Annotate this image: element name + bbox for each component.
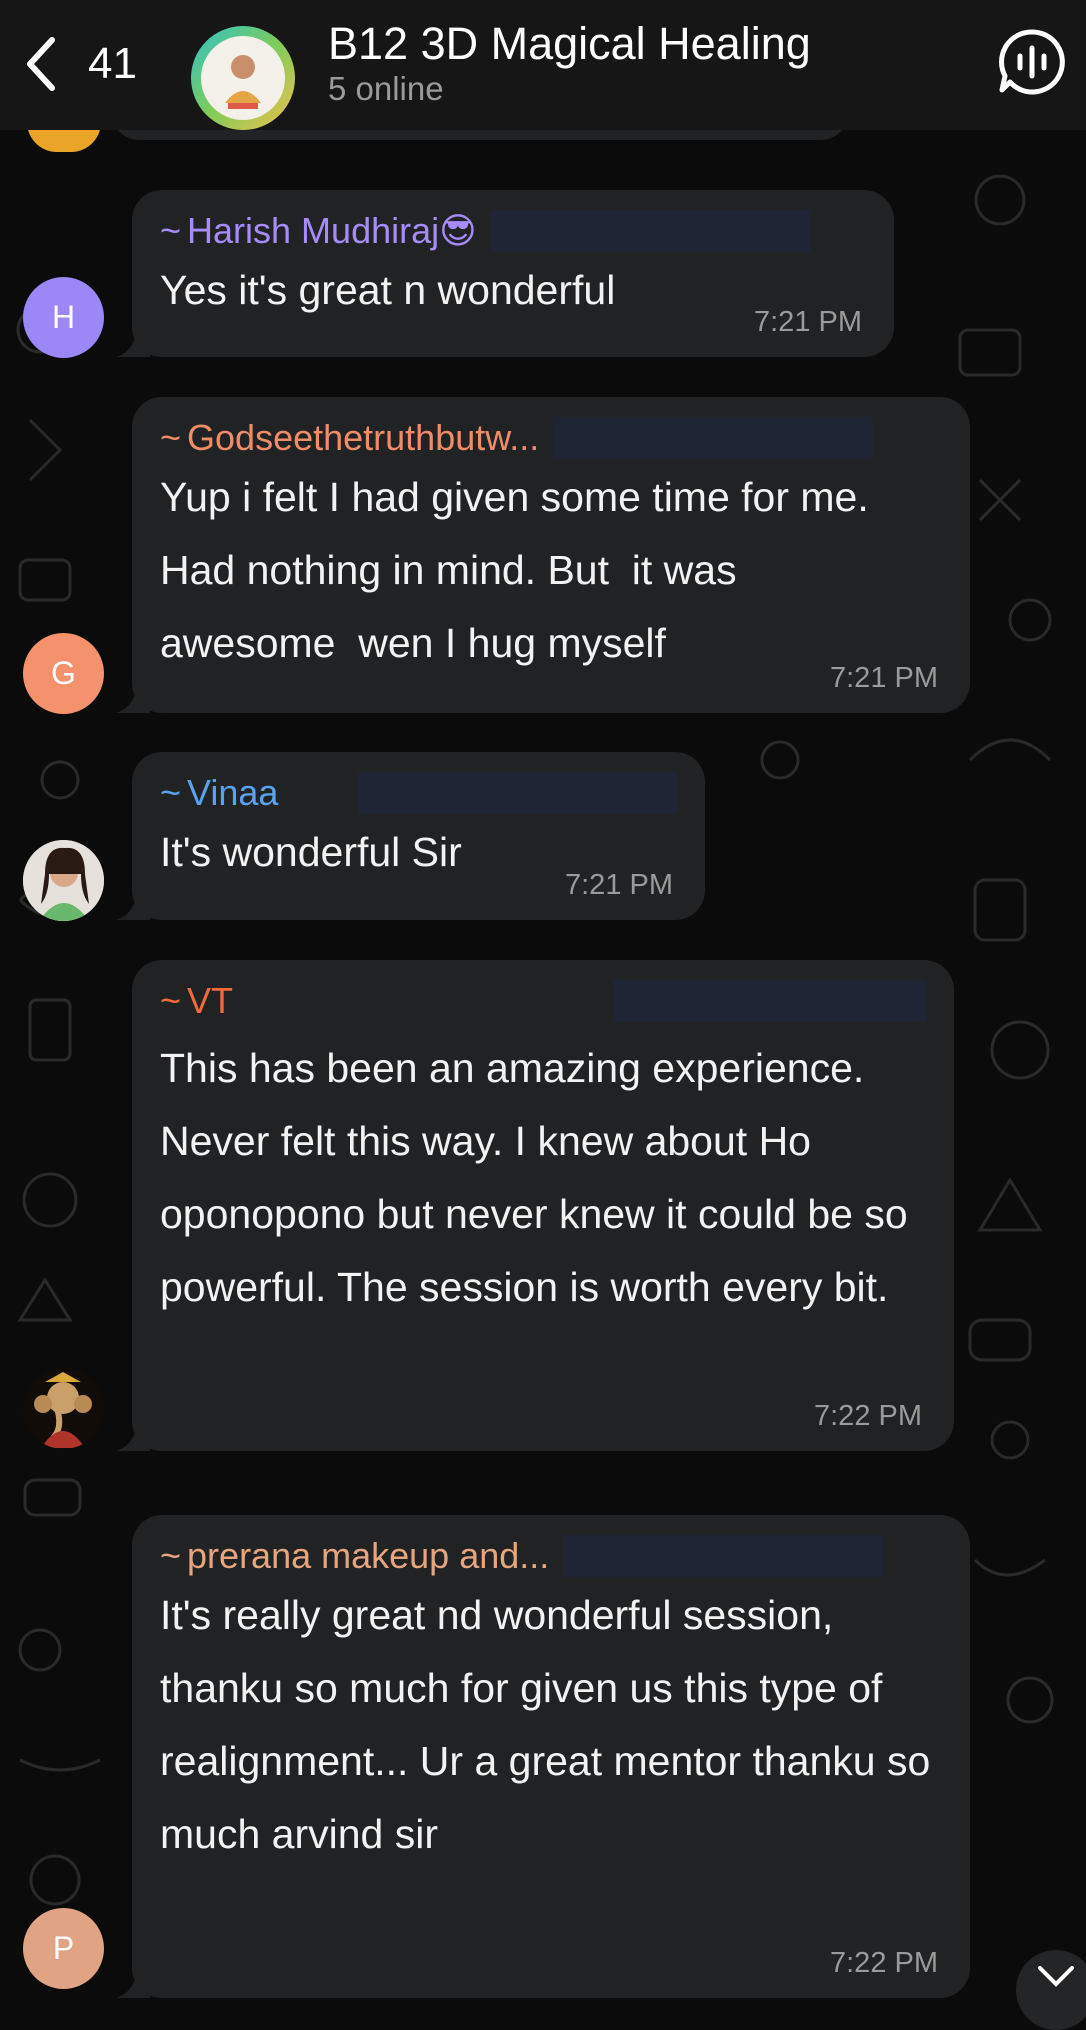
message-time: 7:21 PM	[565, 869, 673, 901]
sender-name[interactable]: ~ Harish Mudhiraj 😎	[160, 208, 866, 254]
bubble-tail	[116, 1964, 150, 1998]
avatar[interactable]	[23, 840, 104, 921]
avatar[interactable]: G	[23, 633, 104, 714]
message-text: Yup i felt I had given some time for me.…	[160, 474, 881, 666]
sunglasses-emoji: 😎	[439, 210, 477, 251]
voice-chat-button[interactable]	[996, 26, 1068, 98]
chevron-down-icon	[1038, 1966, 1074, 1987]
redacted-phone	[490, 210, 811, 252]
chat-header: 41 B12 3D Magical Healing 5 online	[0, 0, 1086, 130]
sender-tilde: ~	[160, 772, 182, 813]
sender-name[interactable]: ~ VT	[160, 978, 926, 1024]
group-avatar[interactable]	[190, 25, 296, 131]
message-time: 7:21 PM	[830, 662, 938, 694]
back-button[interactable]: 41	[22, 28, 152, 100]
sender-tilde: ~	[160, 417, 182, 458]
avatar[interactable]: P	[23, 1908, 104, 1989]
sender-name[interactable]: ~ Vinaa	[160, 770, 677, 816]
sender-tilde: ~	[160, 1535, 182, 1576]
redacted-phone	[563, 1535, 884, 1577]
scroll-to-bottom-button[interactable]	[1016, 1950, 1086, 2030]
ganesha-avatar	[23, 1368, 104, 1449]
chevron-left-icon	[27, 37, 55, 91]
message-bubble[interactable]: ~ prerana makeup and... It's really grea…	[116, 1515, 970, 1998]
sender-name[interactable]: ~ prerana makeup and...	[160, 1533, 942, 1579]
redacted-phone	[553, 417, 874, 459]
bubble-tail	[116, 679, 150, 713]
unread-count: 41	[88, 39, 137, 88]
message-bubble[interactable]: ~ Vinaa It's wonderful Sir 7:21 PM	[116, 752, 705, 920]
sender-name[interactable]: ~ Godseethetruthbutw...	[160, 415, 942, 461]
voice-chat-icon	[999, 29, 1065, 95]
message-text: This has been an amazing experience. Nev…	[160, 1045, 920, 1310]
avatar[interactable]: H	[23, 277, 104, 358]
bubble-tail	[116, 323, 150, 357]
sender-tilde: ~	[160, 210, 182, 251]
message-bubble[interactable]: ~ Godseethetruthbutw... Yup i felt I had…	[116, 397, 970, 713]
woman-photo-avatar	[23, 840, 104, 921]
bubble-tail	[116, 1417, 150, 1451]
message-time: 7:22 PM	[814, 1400, 922, 1432]
avatar[interactable]	[23, 1368, 104, 1449]
message-time: 7:21 PM	[754, 306, 862, 338]
bubble-tail	[116, 886, 150, 920]
message-bubble[interactable]: ~ Harish Mudhiraj 😎 Yes it's great n won…	[116, 190, 894, 357]
online-status: 5 online	[328, 70, 444, 107]
message-list[interactable]: ~ Harish Mudhiraj 😎 Yes it's great n won…	[0, 110, 1086, 2030]
message-time: 7:22 PM	[830, 1947, 938, 1979]
redacted-phone	[358, 772, 677, 814]
message-text: It's really great nd wonderful session, …	[160, 1592, 942, 1857]
group-title[interactable]: B12 3D Magical Healing	[328, 18, 811, 70]
message-bubble[interactable]: ~ VT This has been an amazing experience…	[116, 960, 954, 1451]
sender-tilde: ~	[160, 980, 182, 1021]
redacted-phone	[613, 980, 926, 1022]
